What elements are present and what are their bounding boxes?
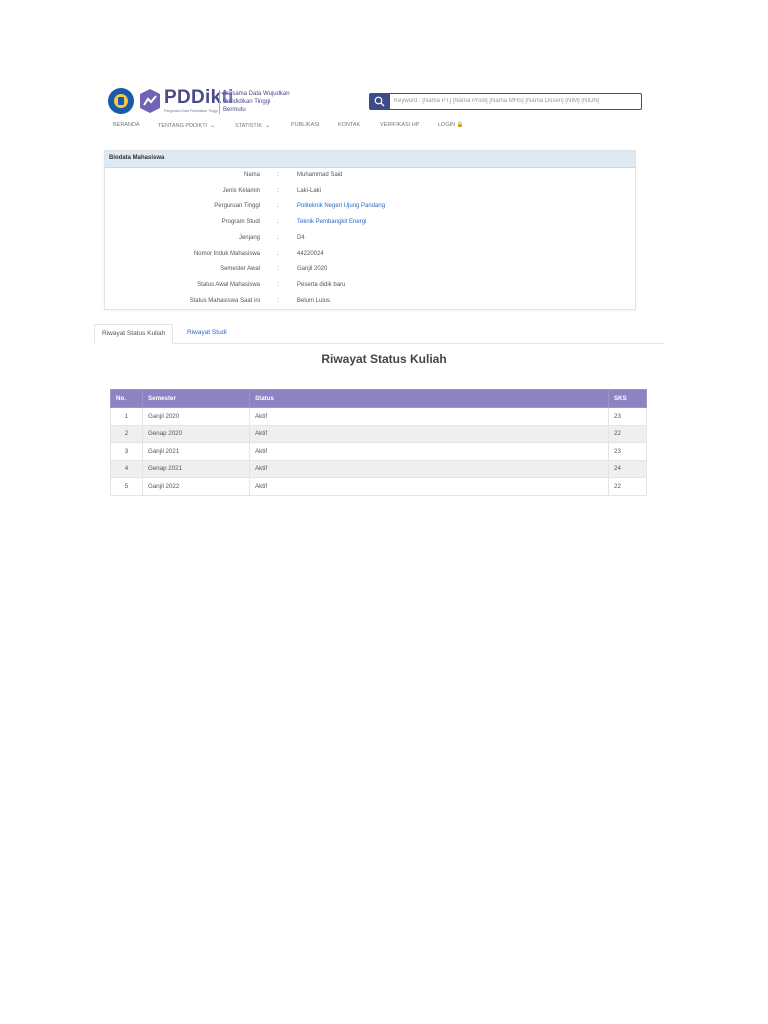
- biodata-row: Jenis Kelamin : Laki-Laki: [222, 188, 322, 194]
- lock-icon: 🔒: [456, 122, 464, 128]
- search-icon: [374, 96, 385, 107]
- search-button[interactable]: [370, 94, 390, 109]
- biodata-row: Status Awal Mahasiswa : Peserta didik ba…: [197, 282, 346, 288]
- biodata-title: Biodata Mahasiswa: [109, 155, 165, 161]
- tab-riwayat-status-kuliah[interactable]: Riwayat Status Kuliah: [94, 324, 174, 344]
- riwayat-status-table: No. Semester Status SKS 1 Ganjil 2020 Ak…: [110, 389, 647, 496]
- brand-subtitle: Pangkalan Data Pendidikan Tinggi: [164, 109, 218, 113]
- nav-item-kontak[interactable]: KONTAK: [338, 122, 360, 128]
- nav-item-beranda[interactable]: BERANDA: [113, 122, 140, 128]
- table-row: 3 Ganjil 2021 Aktif 23: [110, 442, 647, 461]
- column-header-sks: SKS: [608, 389, 647, 408]
- kemdikbud-logo-icon[interactable]: [108, 88, 134, 114]
- table-title: Riwayat Status Kuliah: [321, 352, 447, 366]
- column-header-semester: Semester: [142, 389, 250, 408]
- nav-item-statistik[interactable]: STATISTIK ⌄: [235, 122, 270, 129]
- biodata-row: Semester Awal : Ganjil 2020: [220, 266, 328, 272]
- gender-value: Laki-Laki: [297, 188, 322, 194]
- biodata-row: Perguruan Tinggi : Politeknik Negeri Uju…: [214, 203, 386, 209]
- biodata-row: Nama : Muhammad Said: [243, 172, 343, 178]
- student-name: Muhammad Said: [297, 172, 343, 178]
- table-row: 4 Genap 2021 Aktif 24: [110, 459, 647, 478]
- biodata-row: Status Mahasiswa Saat ini : Belum Lulus: [189, 298, 331, 304]
- chevron-down-icon: ⌄: [210, 123, 216, 129]
- pddikti-logo-icon[interactable]: [138, 88, 162, 114]
- tagline: Bersama Data Wujudkan Pendidikan Tinggi …: [219, 90, 293, 114]
- table-row: 2 Genap 2020 Aktif 22: [110, 424, 647, 443]
- nav-item-publikasi[interactable]: PUBLIKASI: [291, 122, 319, 128]
- biodata-row: Program Studi : Teknik Pembangkit Energi: [221, 219, 367, 225]
- search-input[interactable]: [394, 95, 634, 107]
- study-program-link[interactable]: Teknik Pembangkit Energi: [297, 219, 366, 225]
- table-row: 1 Ganjil 2020 Aktif 23: [110, 407, 647, 426]
- tab-riwayat-studi[interactable]: Riwayat Studi: [180, 324, 234, 342]
- biodata-row: Nomor Induk Mahasiswa : 44220024: [193, 251, 324, 257]
- biodata-card-header: Biodata Mahasiswa: [105, 151, 635, 168]
- table-row: 5 Ganjil 2022 Aktif 22: [110, 477, 647, 496]
- nav-item-verifikasi-hp[interactable]: VERIFIKASI HP: [380, 122, 419, 128]
- student-id-value: 44220024: [297, 251, 324, 257]
- column-header-status: Status: [249, 389, 609, 408]
- level-value: D4: [297, 235, 305, 241]
- university-link[interactable]: Politeknik Negeri Ujung Pandang: [297, 203, 385, 209]
- nav-item-tentang-pddikti[interactable]: TENTANG PDDIKTI ⌄: [158, 122, 215, 129]
- biodata-card: Biodata Mahasiswa Nama : Muhammad Said J…: [104, 150, 636, 310]
- biodata-row: Jenjang : D4: [238, 235, 305, 241]
- start-semester-value: Ganjil 2020: [297, 266, 328, 272]
- tab-bar: Riwayat Status Kuliah Riwayat Studi: [94, 324, 664, 344]
- search-bar: [369, 93, 642, 110]
- current-status-value: Belum Lulus: [297, 298, 331, 304]
- column-header-no: No.: [110, 389, 143, 408]
- chevron-down-icon: ⌄: [265, 123, 271, 129]
- table-header-row: No. Semester Status SKS: [110, 389, 647, 408]
- nav-item-login[interactable]: LOGIN 🔒: [438, 122, 464, 128]
- site-header: PDDikti Pangkalan Data Pendidikan Tinggi…: [108, 86, 643, 118]
- initial-status-value: Peserta didik baru: [297, 282, 346, 288]
